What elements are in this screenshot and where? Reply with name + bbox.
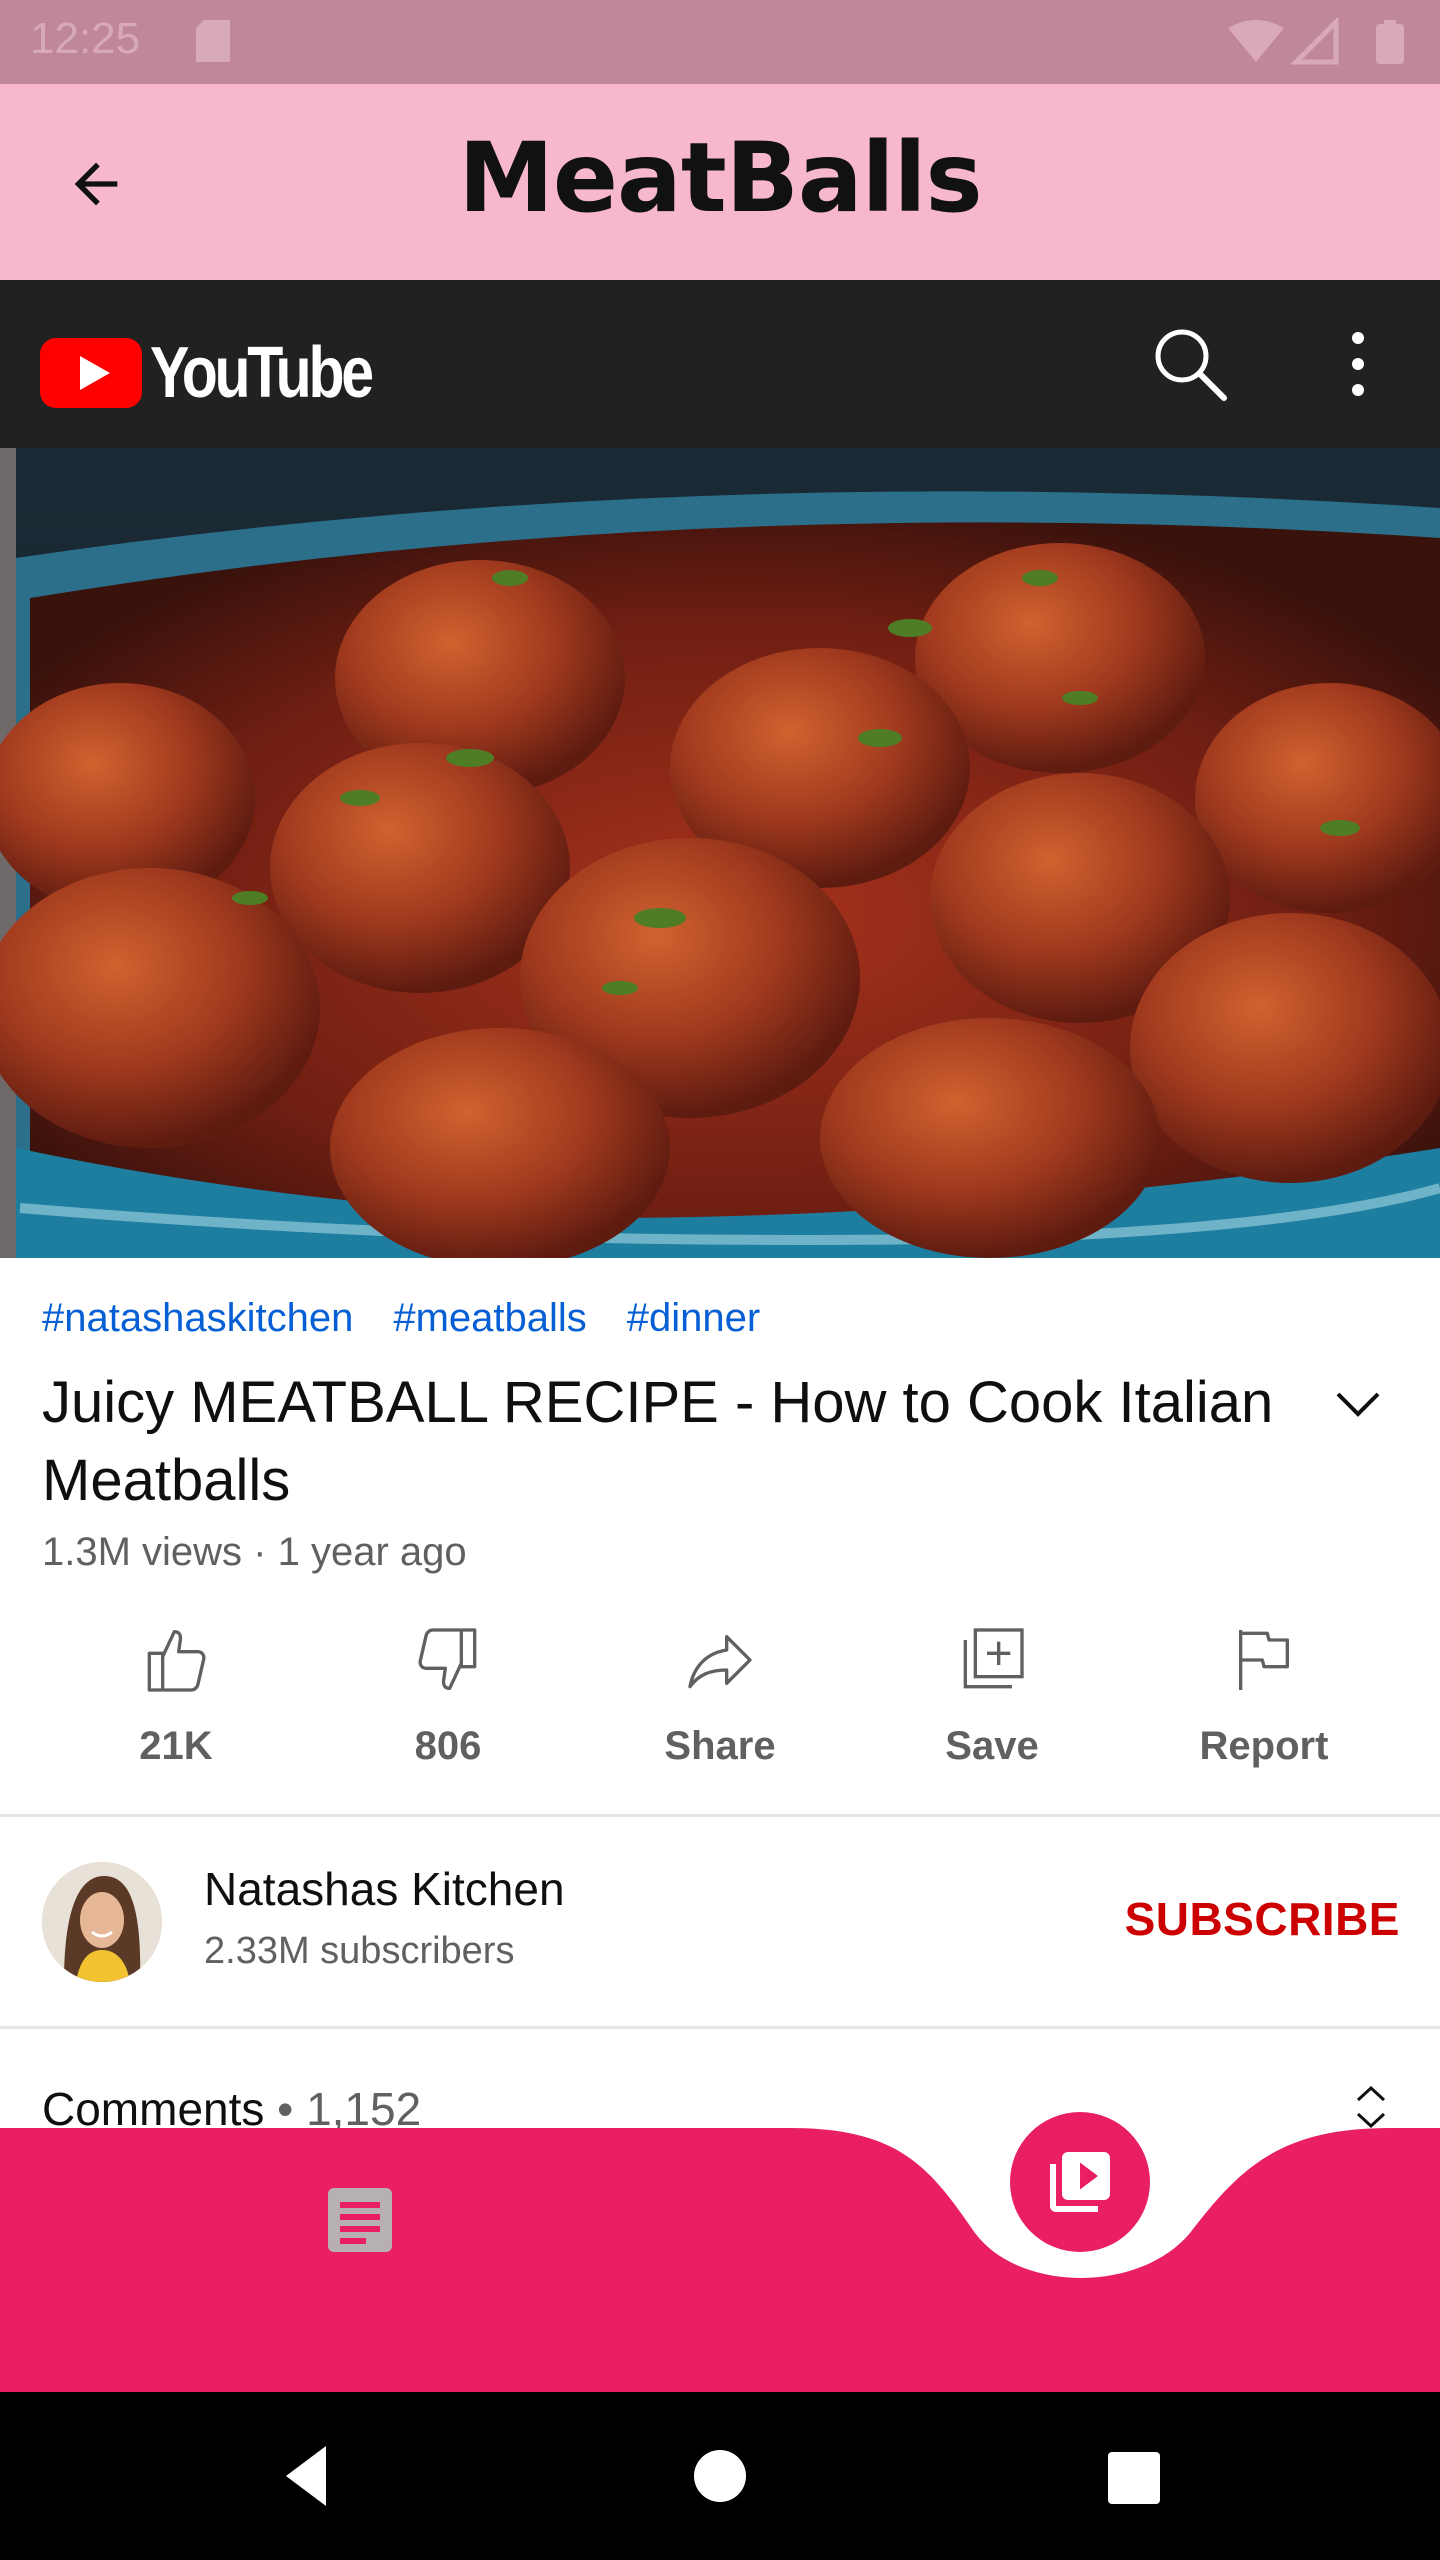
video-player[interactable] [0, 448, 1440, 1258]
chevron-down-icon[interactable] [1320, 1372, 1396, 1436]
system-recents-icon[interactable] [1108, 2452, 1160, 2504]
sd-card-icon [196, 20, 230, 62]
video-title: Juicy MEATBALL RECIPE - How to Cook Ital… [42, 1370, 1274, 1513]
subscribe-button[interactable]: SUBSCRIBE [1125, 1892, 1400, 1946]
share-label: Share [664, 1724, 776, 1768]
share-button[interactable]: Share [600, 1620, 840, 1800]
status-time: 12:25 [30, 14, 141, 63]
dislike-button[interactable]: 806 [328, 1620, 568, 1800]
comments-header[interactable]: Comments • 1,152 [0, 2030, 1440, 2130]
channel-avatar-image [42, 1862, 162, 1982]
status-icons [1228, 18, 1404, 65]
like-button[interactable]: 21K [56, 1620, 296, 1800]
dislike-count: 806 [414, 1724, 482, 1768]
subscriber-count: 2.33M subscribers [204, 1930, 515, 1972]
report-button[interactable]: Report [1144, 1620, 1384, 1800]
channel-row[interactable]: Natashas Kitchen 2.33M subscribers SUBSC… [0, 1818, 1440, 2026]
video-actions: 21K 806 Share Save Report [0, 1620, 1440, 1800]
wifi-icon [1228, 20, 1284, 62]
flag-icon [1239, 1630, 1289, 1690]
system-home-icon[interactable] [694, 2450, 746, 2502]
battery-icon [1376, 24, 1404, 64]
save-playlist-icon [963, 1628, 1024, 1689]
channel-name[interactable]: Natashas Kitchen [204, 1862, 565, 1916]
thumbs-up-icon [147, 1630, 206, 1692]
youtube-wordmark: YouTube [150, 333, 374, 413]
hashtag-link[interactable]: #dinner [627, 1296, 760, 1341]
thumbs-down-icon [418, 1628, 477, 1690]
youtube-logo[interactable]: YouTube [40, 332, 419, 414]
hashtag-link[interactable]: #natashaskitchen [42, 1296, 353, 1341]
divider [0, 2026, 1440, 2029]
save-button[interactable]: Save [872, 1620, 1112, 1800]
bottom-navigation [0, 2128, 1440, 2392]
app-bar: MeatBalls [0, 84, 1440, 280]
video-library-icon [1050, 2152, 1110, 2212]
divider [0, 1814, 1440, 1817]
avatar[interactable] [42, 1862, 162, 1982]
cellular-icon [1289, 18, 1339, 65]
report-label: Report [1199, 1724, 1329, 1768]
article-icon[interactable] [326, 2186, 394, 2254]
like-count: 21K [139, 1724, 213, 1768]
comments-title: Comments • 1,152 [42, 2082, 421, 2130]
save-label: Save [945, 1724, 1039, 1768]
youtube-header: YouTube [0, 280, 1440, 448]
hashtag-link[interactable]: #meatballs [393, 1296, 586, 1341]
search-icon[interactable] [1148, 322, 1232, 406]
page-title: MeatBalls [458, 122, 982, 234]
system-navigation-bar [0, 2392, 1440, 2560]
hashtag-list: #natashaskitchen #meatballs #dinner [42, 1296, 760, 1341]
view-count: 1.3M views · 1 year ago [42, 1530, 467, 1574]
comments-separator: • [264, 2083, 307, 2130]
youtube-play-icon [40, 338, 142, 408]
meatballs-thumbnail [0, 448, 1440, 1258]
system-back-icon[interactable] [272, 2436, 352, 2516]
comments-label: Comments [42, 2083, 265, 2130]
more-vert-icon[interactable] [1318, 322, 1398, 406]
status-bar: 12:25 [0, 0, 1440, 84]
share-icon [688, 1635, 752, 1689]
unfold-icon[interactable] [1350, 2082, 1392, 2128]
comments-count: 1,152 [306, 2083, 422, 2130]
video-library-button[interactable] [1010, 2112, 1150, 2252]
